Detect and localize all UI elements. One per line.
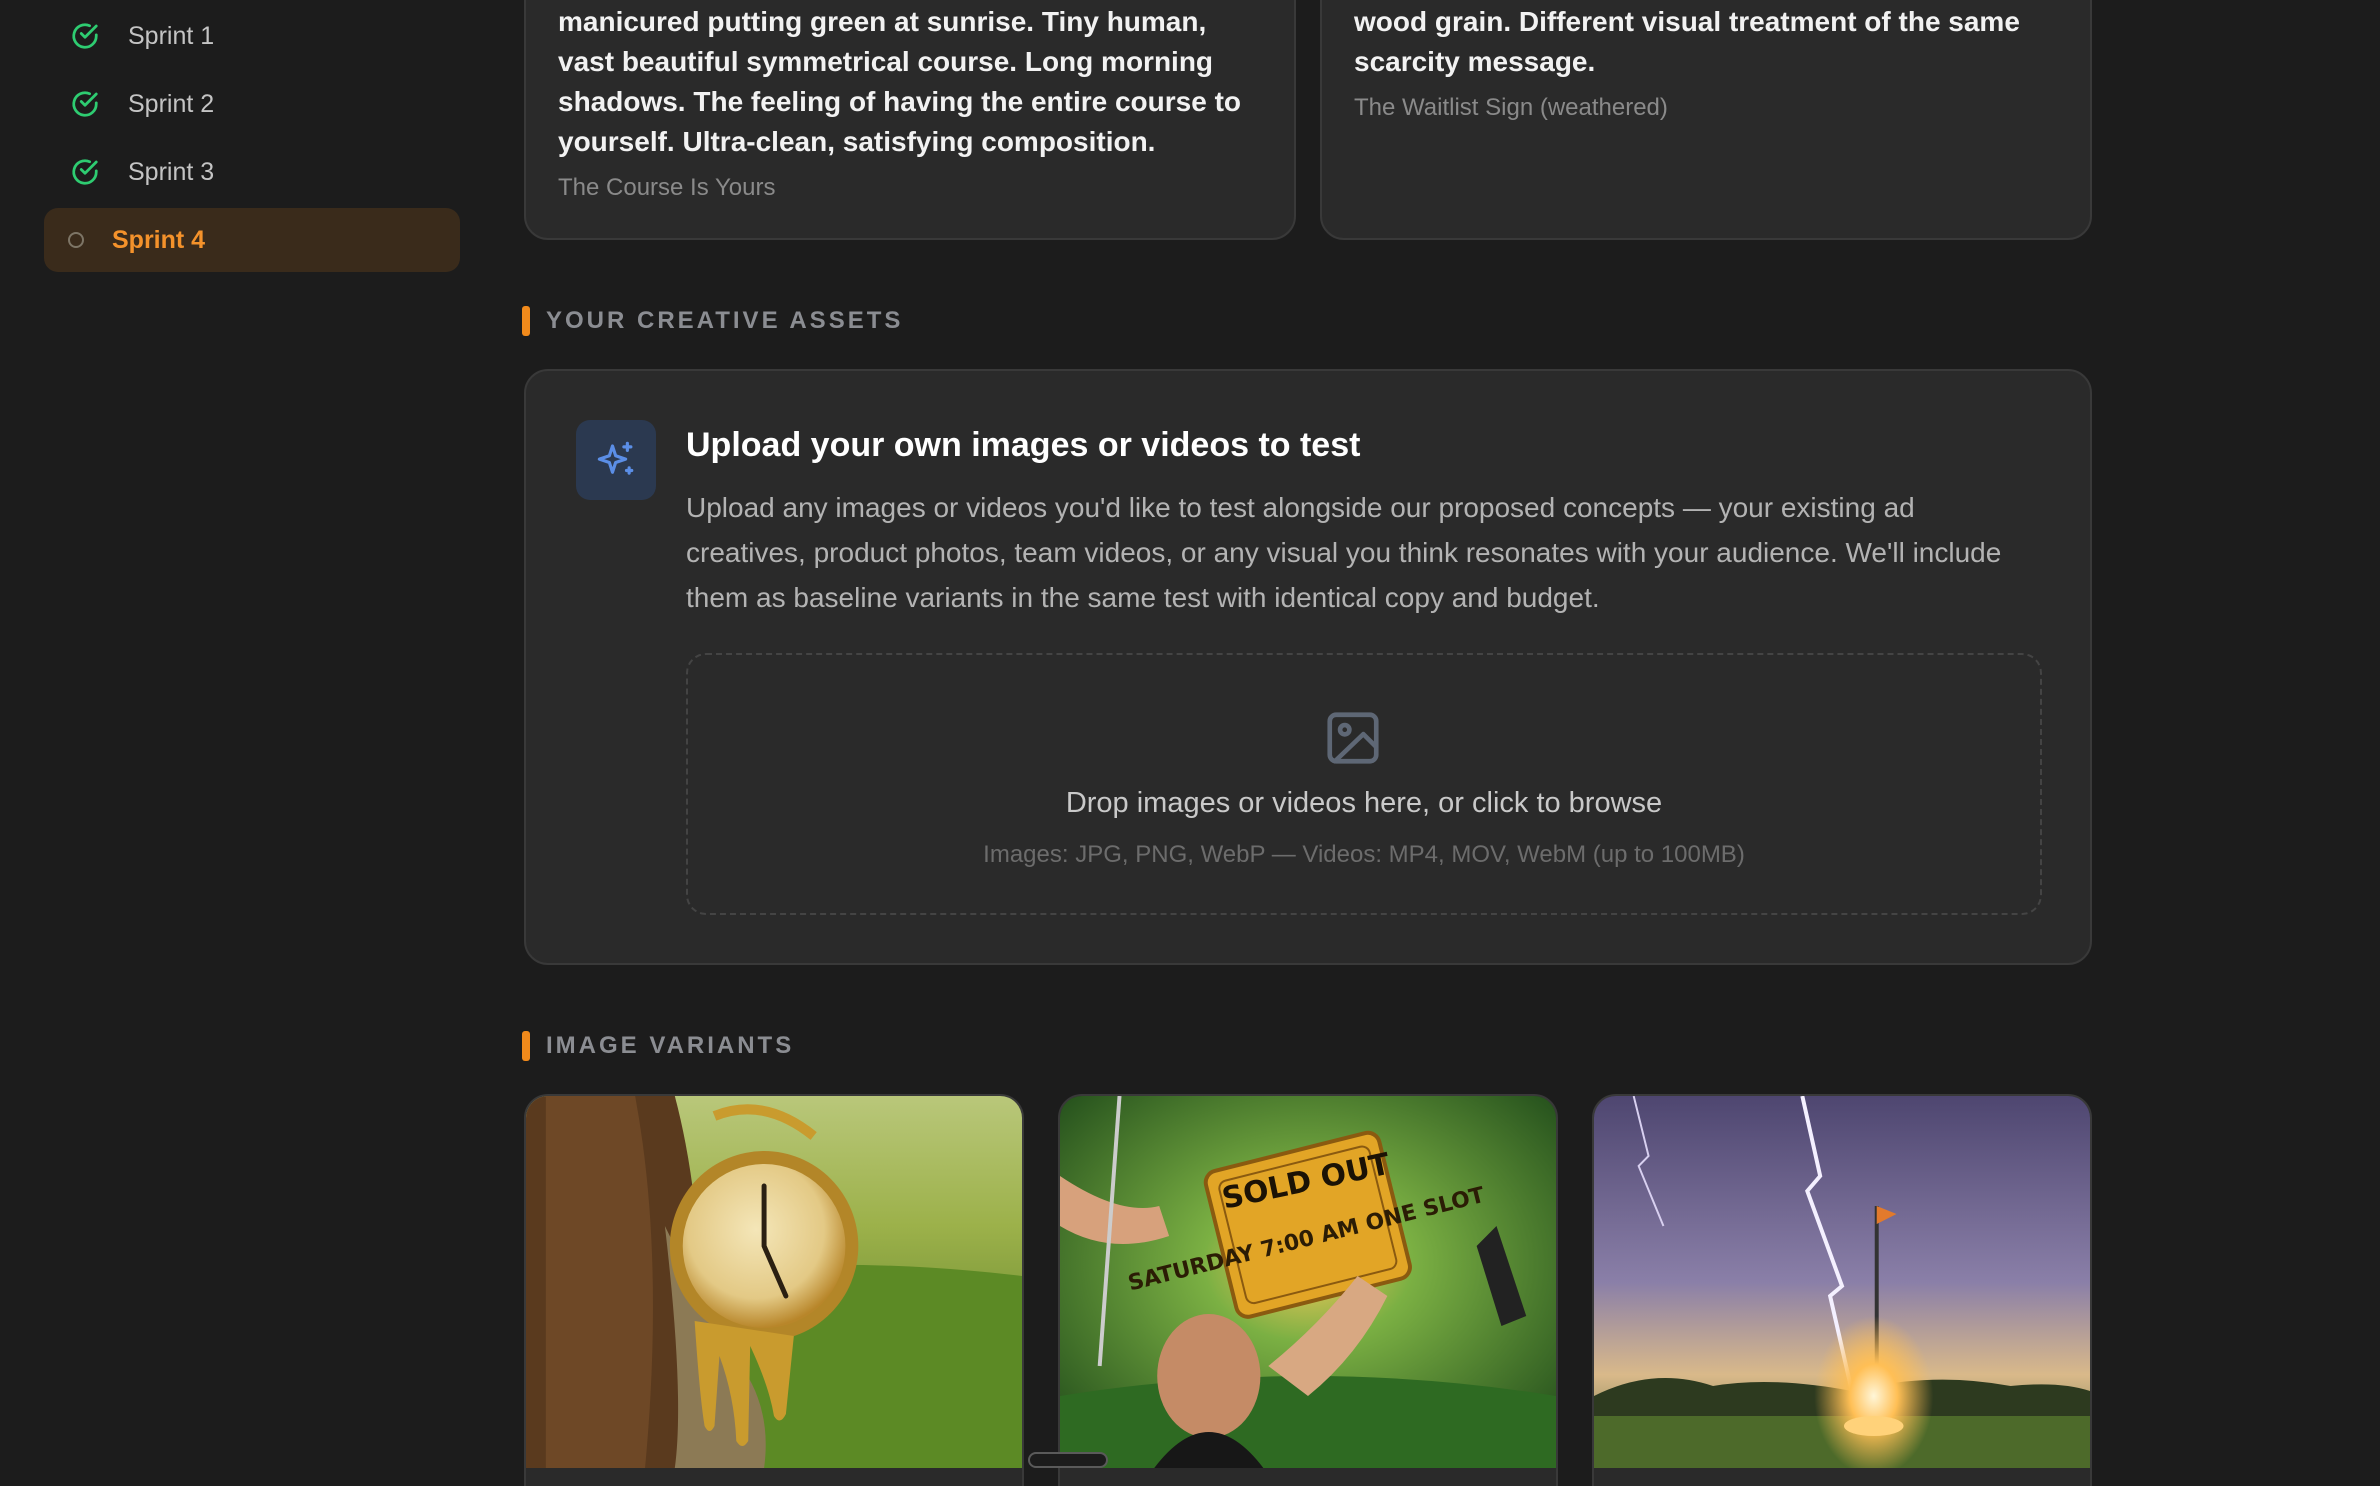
sparkle-icon bbox=[576, 420, 656, 500]
section-title-image-variants: IMAGE VARIANTS bbox=[522, 1031, 794, 1061]
sidebar-item-label: Sprint 2 bbox=[128, 89, 215, 118]
upload-title: Upload your own images or videos to test bbox=[686, 426, 1361, 464]
section-title-creative-assets: YOUR CREATIVE ASSETS bbox=[522, 306, 903, 336]
image-variant-card[interactable] bbox=[1592, 1094, 2092, 1486]
image-variant-card[interactable] bbox=[524, 1094, 1024, 1486]
concept-description: wood grain. Different visual treatment o… bbox=[1354, 6, 2020, 77]
concept-description: manicured putting green at sunrise. Tiny… bbox=[558, 6, 1241, 157]
variant-image: SOLD OUT SATURDAY 7:00 AM ONE SLOT bbox=[1060, 1096, 1556, 1468]
dropzone-title: Drop images or videos here, or click to … bbox=[1065, 787, 1663, 819]
sidebar-item-sprint-1[interactable]: Sprint 1 bbox=[44, 4, 460, 68]
check-circle-icon bbox=[68, 155, 102, 189]
carousel-scroll-handle[interactable] bbox=[1028, 1452, 1108, 1468]
sidebar: Sprint 1 Sprint 2 Sprint 3 Sprint 4 bbox=[0, 0, 500, 1486]
sidebar-item-sprint-4[interactable]: Sprint 4 bbox=[44, 208, 460, 272]
dropzone-formats: Images: JPG, PNG, WebP — Videos: MP4, MO… bbox=[983, 841, 1745, 868]
sidebar-item-label: Sprint 4 bbox=[112, 225, 206, 254]
image-variant-card[interactable]: SOLD OUT SATURDAY 7:00 AM ONE SLOT bbox=[1058, 1094, 1558, 1486]
variant-image bbox=[526, 1096, 1022, 1468]
concept-title: The Waitlist Sign (weathered) bbox=[1354, 94, 1668, 121]
section-title-text: YOUR CREATIVE ASSETS bbox=[546, 307, 904, 334]
upload-description: Upload any images or videos you'd like t… bbox=[686, 492, 2002, 613]
sidebar-item-label: Sprint 3 bbox=[128, 157, 215, 186]
section-title-text: IMAGE VARIANTS bbox=[546, 1032, 795, 1059]
section-accent-bar bbox=[522, 306, 530, 336]
pending-circle-icon bbox=[68, 232, 84, 248]
section-accent-bar bbox=[522, 1031, 530, 1061]
sidebar-item-label: Sprint 1 bbox=[128, 21, 215, 50]
concept-card[interactable]: wood grain. Different visual treatment o… bbox=[1320, 0, 2092, 240]
image-icon bbox=[1322, 707, 1384, 769]
file-dropzone[interactable]: Drop images or videos here, or click to … bbox=[686, 653, 2042, 915]
concept-title: The Course Is Yours bbox=[558, 174, 776, 201]
check-circle-icon bbox=[68, 19, 102, 53]
concept-card[interactable]: manicured putting green at sunrise. Tiny… bbox=[524, 0, 1296, 240]
check-circle-icon bbox=[68, 87, 102, 121]
variant-image bbox=[1594, 1096, 2090, 1468]
sidebar-item-sprint-3[interactable]: Sprint 3 bbox=[44, 140, 460, 204]
sidebar-item-sprint-2[interactable]: Sprint 2 bbox=[44, 72, 460, 136]
upload-card: Upload your own images or videos to test… bbox=[524, 369, 2092, 965]
